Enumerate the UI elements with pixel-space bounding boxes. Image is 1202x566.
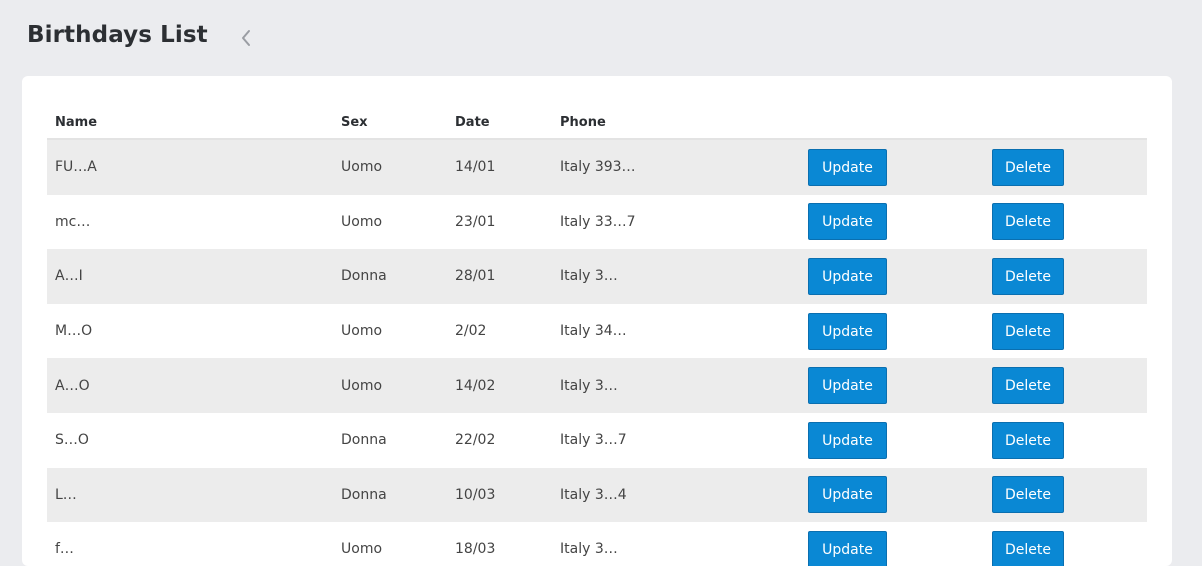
cell-delete: Delete	[984, 303, 1147, 359]
update-button[interactable]: Update	[808, 367, 887, 405]
delete-button[interactable]: Delete	[992, 148, 1064, 186]
column-header-date: Date	[447, 106, 552, 140]
chevron-left-icon[interactable]	[236, 26, 258, 50]
column-header-update	[800, 106, 984, 140]
table-row: L… Donna 10/03 Italy 3…4 Update Delete	[47, 467, 1147, 523]
cell-name: f…	[47, 522, 333, 566]
cell-delete: Delete	[984, 522, 1147, 566]
cell-date: 14/01	[447, 139, 552, 195]
column-header-phone: Phone	[552, 106, 800, 140]
cell-phone: Italy 3…4	[552, 467, 800, 523]
cell-sex: Donna	[333, 249, 447, 304]
column-header-name: Name	[47, 106, 333, 140]
cell-phone: Italy 3…7	[552, 412, 800, 468]
update-button[interactable]: Update	[808, 257, 887, 295]
delete-button[interactable]: Delete	[992, 476, 1064, 514]
update-button[interactable]: Update	[808, 476, 887, 514]
cell-update: Update	[800, 249, 984, 304]
column-header-sex: Sex	[333, 106, 447, 140]
cell-date: 10/03	[447, 467, 552, 523]
table-row: FU…A Uomo 14/01 Italy 393… Update Delete	[47, 139, 1147, 195]
birthdays-card: Name Sex Date Phone FU…A Uomo 14/01 Ital…	[22, 76, 1172, 566]
cell-phone: Italy 33…7	[552, 194, 800, 250]
cell-date: 22/02	[447, 412, 552, 468]
header-row: Name Sex Date Phone	[47, 106, 1147, 140]
table-row: M…O Uomo 2/02 Italy 34… Update Delete	[47, 303, 1147, 359]
cell-delete: Delete	[984, 467, 1147, 523]
cell-sex: Uomo	[333, 139, 447, 195]
cell-date: 14/02	[447, 358, 552, 413]
cell-sex: Uomo	[333, 303, 447, 359]
delete-button[interactable]: Delete	[992, 367, 1064, 405]
cell-update: Update	[800, 522, 984, 566]
cell-delete: Delete	[984, 194, 1147, 250]
cell-name: A…I	[47, 249, 333, 304]
cell-name: A…O	[47, 358, 333, 413]
table-body: FU…A Uomo 14/01 Italy 393… Update Delete…	[47, 139, 1147, 566]
cell-date: 2/02	[447, 303, 552, 359]
cell-date: 28/01	[447, 249, 552, 304]
cell-name: mc…	[47, 194, 333, 250]
cell-update: Update	[800, 412, 984, 468]
cell-date: 23/01	[447, 194, 552, 250]
cell-phone: Italy 34…	[552, 303, 800, 359]
update-button[interactable]: Update	[808, 148, 887, 186]
delete-button[interactable]: Delete	[992, 203, 1064, 241]
cell-sex: Uomo	[333, 358, 447, 413]
table-row: mc… Uomo 23/01 Italy 33…7 Update Delete	[47, 194, 1147, 250]
cell-delete: Delete	[984, 249, 1147, 304]
cell-date: 18/03	[447, 522, 552, 566]
cell-update: Update	[800, 139, 984, 195]
cell-name: FU…A	[47, 139, 333, 195]
cell-phone: Italy 3…	[552, 522, 800, 566]
cell-sex: Uomo	[333, 522, 447, 566]
cell-delete: Delete	[984, 358, 1147, 413]
cell-update: Update	[800, 358, 984, 413]
cell-phone: Italy 3…	[552, 249, 800, 304]
cell-sex: Donna	[333, 412, 447, 468]
cell-update: Update	[800, 303, 984, 359]
table-row: f… Uomo 18/03 Italy 3… Update Delete	[47, 522, 1147, 566]
cell-name: M…O	[47, 303, 333, 359]
birthdays-table: Name Sex Date Phone FU…A Uomo 14/01 Ital…	[47, 106, 1147, 566]
delete-button[interactable]: Delete	[992, 312, 1064, 350]
cell-sex: Donna	[333, 467, 447, 523]
cell-phone: Italy 3…	[552, 358, 800, 413]
delete-button[interactable]: Delete	[992, 257, 1064, 295]
delete-button[interactable]: Delete	[992, 530, 1064, 566]
column-header-delete	[984, 106, 1147, 140]
table-row: S…O Donna 22/02 Italy 3…7 Update Delete	[47, 412, 1147, 468]
cell-name: S…O	[47, 412, 333, 468]
table-header: Name Sex Date Phone	[47, 106, 1147, 140]
cell-delete: Delete	[984, 139, 1147, 195]
table-row: A…O Uomo 14/02 Italy 3… Update Delete	[47, 358, 1147, 413]
delete-button[interactable]: Delete	[992, 421, 1064, 459]
update-button[interactable]: Update	[808, 421, 887, 459]
update-button[interactable]: Update	[808, 203, 887, 241]
update-button[interactable]: Update	[808, 530, 887, 566]
cell-sex: Uomo	[333, 194, 447, 250]
cell-delete: Delete	[984, 412, 1147, 468]
cell-name: L…	[47, 467, 333, 523]
cell-phone: Italy 393…	[552, 139, 800, 195]
cell-update: Update	[800, 467, 984, 523]
page-title: Birthdays List	[27, 22, 208, 48]
update-button[interactable]: Update	[808, 312, 887, 350]
table-row: A…I Donna 28/01 Italy 3… Update Delete	[47, 249, 1147, 304]
cell-update: Update	[800, 194, 984, 250]
